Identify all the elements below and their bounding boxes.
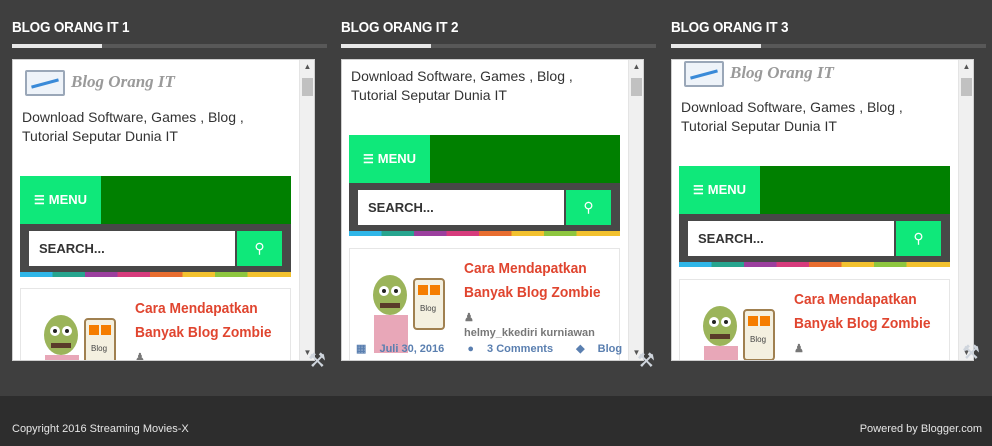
post-author[interactable]: ♟: [464, 311, 474, 324]
search-icon: ⚲: [583, 199, 594, 215]
calendar-icon: ▦: [356, 343, 370, 355]
title-underline-accent: [671, 44, 761, 48]
wrench-screwdriver-icon[interactable]: ⚒: [306, 349, 328, 373]
scrollbar[interactable]: ▲ ▼: [299, 60, 314, 360]
scrollbar[interactable]: ▲ ▼: [958, 60, 973, 360]
scroll-up-arrow[interactable]: ▲: [300, 60, 314, 74]
nav-bar: ☰ MENU: [679, 166, 950, 214]
user-icon: ♟: [464, 312, 474, 324]
color-stripe: [679, 262, 950, 267]
post-card[interactable]: Blog Cara Mendapatkan Banyak Blog Zombie…: [20, 288, 291, 360]
list-icon: ☰: [33, 193, 45, 207]
nav-bar: ☰ MENU: [349, 135, 620, 183]
scroll-thumb[interactable]: [631, 78, 642, 96]
blog-preview-frame[interactable]: Download Software, Games , Blog , Tutori…: [341, 59, 644, 361]
logo-text: Blog Orang IT: [71, 72, 175, 91]
post-meta: ▦ Juli 30, 2016 ● 3 Comments ◆ Blog: [356, 342, 628, 355]
menu-button[interactable]: ☰ MENU: [679, 166, 760, 214]
search-input[interactable]: [29, 231, 235, 266]
search-icon: ⚲: [913, 230, 924, 246]
post-date: ▦ Juli 30, 2016: [356, 343, 454, 355]
search-button[interactable]: ⚲: [237, 231, 282, 266]
comment-icon: ●: [467, 343, 478, 355]
menu-button[interactable]: ☰ MENU: [349, 135, 430, 183]
monitor-logo-icon: [684, 61, 724, 87]
title-underline-accent: [341, 44, 431, 48]
post-author: ♟: [135, 351, 145, 360]
search-icon: ⚲: [254, 240, 265, 256]
zombie-thumbnail: Blog: [703, 306, 775, 360]
search-input[interactable]: [358, 190, 564, 225]
label-text: Blog: [597, 343, 623, 355]
scroll-thumb[interactable]: [302, 78, 313, 96]
list-icon: ☰: [692, 183, 704, 197]
menu-button[interactable]: ☰ MENU: [20, 176, 101, 224]
search-button[interactable]: ⚲: [896, 221, 941, 256]
copyright-text: Copyright 2016 Streaming Movies-X: [12, 423, 189, 435]
widget-title: BLOG ORANG IT 1: [12, 19, 130, 36]
menu-label: MENU: [48, 192, 88, 207]
user-icon: ♟: [135, 352, 145, 360]
blog-description: Download Software, Games , Blog , Tutori…: [22, 109, 244, 144]
search-bar: ⚲: [679, 214, 950, 262]
logo-text: Blog Orang IT: [730, 63, 834, 82]
post-comments[interactable]: ● 3 Comments: [467, 343, 563, 355]
comments-text: 3 Comments: [487, 343, 554, 355]
color-stripe: [349, 231, 620, 236]
user-icon: ♟: [794, 343, 804, 355]
scrollbar[interactable]: ▲ ▼: [628, 60, 643, 360]
search-input[interactable]: [688, 221, 894, 256]
scroll-up-arrow[interactable]: ▲: [629, 60, 643, 74]
search-bar: ⚲: [20, 224, 291, 272]
post-card[interactable]: Blog Cara Mendapatkan Banyak Blog Zombie…: [679, 279, 950, 360]
post-author-name[interactable]: helmy_kkediri kurniawan: [464, 327, 595, 339]
title-underline-accent: [12, 44, 102, 48]
nav-bar: ☰ MENU: [20, 176, 291, 224]
menu-label: MENU: [707, 182, 747, 197]
post-label[interactable]: ◆ Blog: [576, 343, 628, 355]
zombie-thumbnail: Blog: [44, 315, 116, 360]
post-title[interactable]: Cara Mendapatkan Banyak Blog Zombie: [135, 297, 273, 345]
search-button[interactable]: ⚲: [566, 190, 611, 225]
search-bar: ⚲: [349, 183, 620, 231]
monitor-logo-icon: [25, 70, 65, 96]
list-icon: ☰: [362, 152, 374, 166]
wrench-screwdriver-icon[interactable]: ⚒: [635, 349, 657, 373]
widget-title: BLOG ORANG IT 3: [671, 19, 789, 36]
wrench-screwdriver-icon[interactable]: ⚒: [960, 341, 982, 365]
scroll-up-arrow[interactable]: ▲: [959, 60, 973, 74]
post-card[interactable]: Blog Cara Mendapatkan Banyak Blog Zombie…: [349, 248, 622, 360]
widget-title: BLOG ORANG IT 2: [341, 19, 459, 36]
post-title[interactable]: Cara Mendapatkan Banyak Blog Zombie: [464, 257, 602, 305]
blog-description: Download Software, Games , Blog , Tutori…: [681, 99, 903, 134]
site-footer: Copyright 2016 Streaming Movies-X Powere…: [0, 396, 992, 446]
zombie-thumbnail: Blog: [373, 275, 445, 353]
svg-text:Blog: Blog: [750, 335, 766, 344]
date-text: Juli 30, 2016: [379, 343, 445, 355]
menu-label: MENU: [377, 151, 417, 166]
color-stripe: [20, 272, 291, 277]
post-title[interactable]: Cara Mendapatkan Banyak Blog Zombie: [794, 288, 932, 336]
powered-by-link[interactable]: Powered by Blogger.com: [860, 423, 982, 435]
blog-logo[interactable]: Blog Orang IT: [684, 61, 854, 89]
blog-description: Download Software, Games , Blog , Tutori…: [351, 68, 573, 103]
post-author: ♟: [794, 342, 804, 355]
blog-logo[interactable]: Blog Orang IT: [25, 70, 195, 98]
blog-preview-frame[interactable]: Blog Orang IT Download Software, Games ,…: [12, 59, 315, 361]
svg-text:Blog: Blog: [91, 344, 107, 353]
blog-preview-frame[interactable]: Blog Orang IT Download Software, Games ,…: [671, 59, 974, 361]
scroll-thumb[interactable]: [961, 78, 972, 96]
svg-text:Blog: Blog: [420, 304, 436, 313]
tag-icon: ◆: [576, 343, 588, 355]
